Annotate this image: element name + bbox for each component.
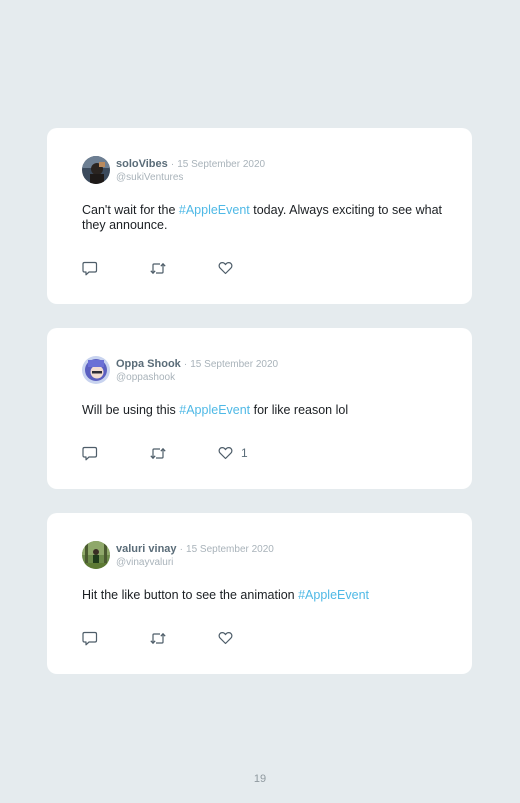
tweet-meta: valuri vinay · 15 September 2020 @vinayv… <box>116 542 274 569</box>
like-button[interactable] <box>218 260 241 276</box>
comment-icon <box>82 261 98 275</box>
heart-icon <box>218 632 233 645</box>
comment-icon <box>82 446 98 460</box>
tweet-actions <box>82 260 282 276</box>
heart-icon <box>218 262 233 275</box>
like-count: 1 <box>241 446 248 460</box>
tweet-card: Oppa Shook · 15 September 2020 @oppashoo… <box>47 328 472 489</box>
separator: · <box>170 159 175 170</box>
user-name[interactable]: Oppa Shook <box>116 358 181 370</box>
tweet-date[interactable]: 15 September 2020 <box>190 359 278 370</box>
tweet-date[interactable]: 15 September 2020 <box>186 544 274 555</box>
tweet-actions <box>82 630 282 646</box>
retweet-icon <box>150 262 166 274</box>
user-handle[interactable]: @sukiVentures <box>116 172 265 184</box>
retweet-icon <box>150 447 166 459</box>
tweet-date[interactable]: 15 September 2020 <box>177 159 265 170</box>
heart-icon <box>218 447 233 460</box>
reply-button[interactable] <box>82 260 98 276</box>
tweet-text: Hit the like button to see the animation… <box>82 588 442 603</box>
hashtag-link[interactable]: #AppleEvent <box>179 203 250 217</box>
user-handle[interactable]: @vinayvaluri <box>116 557 274 569</box>
tweet-actions: 1 <box>82 445 282 461</box>
user-name[interactable]: valuri vinay <box>116 543 177 555</box>
retweet-button[interactable] <box>149 445 167 461</box>
tweet-text: Can't wait for the #AppleEvent today. Al… <box>82 203 442 233</box>
avatar[interactable] <box>82 156 110 184</box>
like-button[interactable]: 1 <box>218 445 248 461</box>
tweet-card: valuri vinay · 15 September 2020 @vinayv… <box>47 513 472 674</box>
tweet-text-after: for like reason lol <box>250 403 349 417</box>
like-button[interactable] <box>218 630 241 646</box>
retweet-button[interactable] <box>149 630 167 646</box>
tweet-meta: Oppa Shook · 15 September 2020 @oppashoo… <box>116 357 278 384</box>
tweet-card: soloVibes · 15 September 2020 @sukiVentu… <box>47 128 472 304</box>
user-name[interactable]: soloVibes <box>116 158 168 170</box>
retweet-icon <box>150 632 166 644</box>
tweet-text-before: Will be using this <box>82 403 180 417</box>
avatar[interactable] <box>82 356 110 384</box>
tweet-text: Will be using this #AppleEvent for like … <box>82 403 442 418</box>
tweet-text-before: Can't wait for the <box>82 203 179 217</box>
reply-button[interactable] <box>82 630 98 646</box>
page-number: 19 <box>253 773 267 785</box>
tweet-text-before: Hit the like button to see the animation <box>82 588 299 602</box>
avatar[interactable] <box>82 541 110 569</box>
comment-icon <box>82 631 98 645</box>
reply-button[interactable] <box>82 445 98 461</box>
user-handle[interactable]: @oppashook <box>116 372 278 384</box>
retweet-button[interactable] <box>149 260 167 276</box>
hashtag-link[interactable]: #AppleEvent <box>179 403 250 417</box>
separator: · <box>183 359 188 370</box>
tweet-meta: soloVibes · 15 September 2020 @sukiVentu… <box>116 157 265 184</box>
separator: · <box>179 544 183 555</box>
hashtag-link[interactable]: #AppleEvent <box>298 588 369 602</box>
